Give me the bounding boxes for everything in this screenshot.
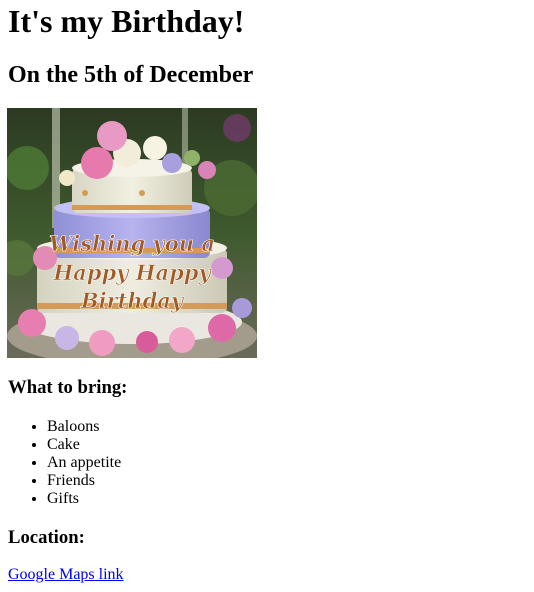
list-item: Baloons — [47, 418, 121, 436]
location-heading: Location: — [8, 527, 85, 548]
list-item: Cake — [47, 436, 121, 454]
cake-text-line-1: Wishing you a — [49, 231, 215, 256]
what-to-bring-heading: What to bring: — [8, 377, 128, 398]
cake-text-line-2: Happy Happy — [52, 260, 212, 285]
page-title: It's my Birthday! — [8, 3, 245, 39]
bring-list: Baloons Cake An appetite Friends Gifts — [8, 418, 121, 508]
list-item: An appetite — [47, 454, 121, 472]
list-item: Friends — [47, 472, 121, 490]
google-maps-link[interactable]: Google Maps link — [8, 566, 124, 584]
list-item: Gifts — [47, 490, 121, 508]
cake-text-line-3: Birthday — [80, 288, 185, 313]
event-date-heading: On the 5th of December — [8, 62, 254, 88]
birthday-cake-image: Wishing you a Happy Happy Birthday — [7, 108, 257, 358]
